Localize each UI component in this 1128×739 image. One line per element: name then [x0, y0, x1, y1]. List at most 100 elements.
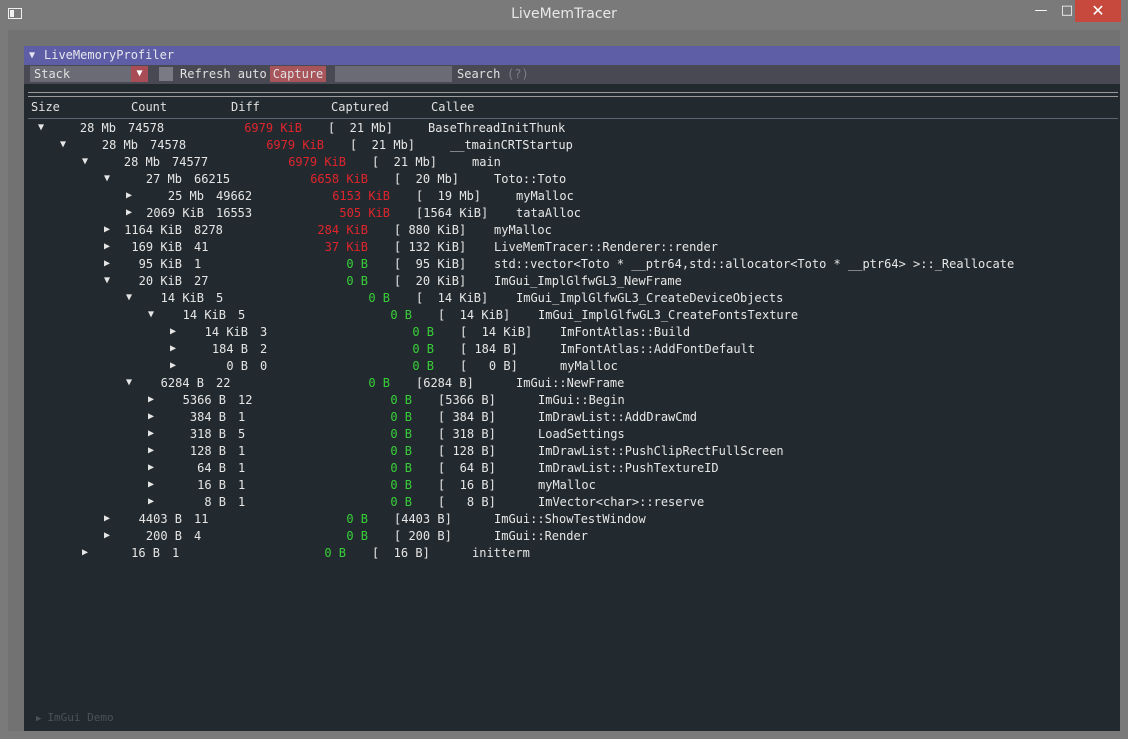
close-button[interactable]: ✕ [1075, 0, 1121, 22]
triangle-right-icon[interactable]: ▶ [148, 445, 154, 456]
triangle-down-icon[interactable]: ▼ [148, 309, 154, 320]
row-count: 74578 [150, 138, 187, 152]
tree-row[interactable]: ▶ 95 KiB 1 0 B [ 95 KiB] std::vector<Toto * _… [24, 257, 1120, 274]
triangle-down-icon[interactable]: ▼ [104, 275, 110, 286]
refresh-auto-checkbox[interactable] [159, 67, 173, 81]
row-size: 16 B [197, 478, 226, 492]
tree-row[interactable]: ▶ 200 B 4 0 B [ 200 B] ImGui::Render [24, 529, 1120, 546]
row-count: 2 [260, 342, 268, 356]
row-captured: [ 128 B] [438, 444, 496, 458]
tree-row[interactable]: ▼ 6284 B 22 0 B [6284 B] ImGui::NewFrame [24, 376, 1120, 393]
row-count: 1 [238, 495, 246, 509]
triangle-down-icon[interactable]: ▼ [104, 173, 110, 184]
triangle-down-icon[interactable]: ▼ [60, 139, 66, 150]
minimize-button[interactable]: — [1028, 0, 1054, 22]
tree-row[interactable]: ▼ 20 KiB 27 0 B [ 20 KiB] ImGui_ImplGlfwGL3_N… [24, 274, 1120, 291]
tree-row[interactable]: ▶ 8 B 1 0 B [ 8 B] ImVector<char>::reserve [24, 495, 1120, 512]
triangle-right-icon[interactable]: ▶ [170, 326, 176, 337]
row-callee: ImGui::NewFrame [516, 376, 625, 390]
row-captured: [1564 KiB] [416, 206, 489, 220]
tree-row[interactable]: ▶ 1164 KiB 8278 284 KiB [ 880 KiB] myMalloc [24, 223, 1120, 240]
triangle-right-icon[interactable]: ▶ [126, 207, 132, 218]
tree-row[interactable]: ▶ 0 B 0 0 B [ 0 B] myMalloc [24, 359, 1120, 376]
triangle-right-icon[interactable]: ▶ [104, 530, 110, 541]
tree-row[interactable]: ▼ 14 KiB 5 0 B [ 14 KiB] ImGui_ImplGlfwGL3_Cr… [24, 291, 1120, 308]
row-captured: [ 318 B] [438, 427, 496, 441]
row-diff: 6979 KiB [288, 155, 346, 169]
triangle-down-icon[interactable]: ▼ [29, 46, 35, 65]
row-callee: ImFontAtlas::Build [560, 325, 691, 339]
tree-row[interactable]: ▼ 14 KiB 5 0 B [ 14 KiB] ImGui_ImplGlfwGL3_Cr… [24, 308, 1120, 325]
row-diff: 0 B [346, 274, 368, 288]
row-count: 5 [216, 291, 224, 305]
imgui-demo-header[interactable]: ▶ ImGui Demo [36, 711, 114, 724]
separator [28, 92, 1118, 93]
tree-row[interactable]: ▶ 169 KiB 41 37 KiB [ 132 KiB] LiveMemTracer:… [24, 240, 1120, 257]
stack-select[interactable]: Stack ▼ [30, 66, 148, 82]
tree-row[interactable]: ▶ 64 B 1 0 B [ 64 B] ImDrawList::PushTextureI… [24, 461, 1120, 478]
row-callee: Toto::Toto [494, 172, 567, 186]
search-help-marker[interactable]: (?) [507, 66, 529, 83]
tree-row[interactable]: ▶ 14 KiB 3 0 B [ 14 KiB] ImFontAtlas::Build [24, 325, 1120, 342]
row-count: 22 [216, 376, 231, 390]
row-size: 5366 B [182, 393, 226, 407]
row-callee: myMalloc [538, 478, 596, 492]
capture-button[interactable]: Capture [270, 66, 326, 82]
row-count: 27 [194, 274, 209, 288]
triangle-right-icon[interactable]: ▶ [148, 462, 154, 473]
row-captured: [5366 B] [438, 393, 496, 407]
tree-row[interactable]: ▶ 25 Mb 49662 6153 KiB [ 19 Mb] myMalloc [24, 189, 1120, 206]
dropdown-arrow-icon[interactable]: ▼ [131, 66, 148, 82]
column-header-size: Size [31, 100, 60, 114]
tree-row[interactable]: ▶ 16 B 1 0 B [ 16 B] myMalloc [24, 478, 1120, 495]
row-diff: 0 B [390, 478, 412, 492]
row-callee: std::vector<Toto * __ptr64,std::allocato… [494, 257, 1015, 271]
tree-row[interactable]: ▶ 16 B 1 0 B [ 16 B] initterm [24, 546, 1120, 563]
tree-row[interactable]: ▼ 28 Mb 74577 6979 KiB [ 21 Mb] main [24, 155, 1120, 172]
triangle-right-icon[interactable]: ▶ [148, 496, 154, 507]
triangle-right-icon[interactable]: ▶ [104, 224, 110, 235]
tree-row[interactable]: ▶ 318 B 5 0 B [ 318 B] LoadSettings [24, 427, 1120, 444]
row-diff: 0 B [368, 291, 390, 305]
tree-row[interactable]: ▶ 184 B 2 0 B [ 184 B] ImFontAtlas::AddFontDe… [24, 342, 1120, 359]
row-count: 74578 [128, 121, 165, 135]
triangle-right-icon[interactable]: ▶ [148, 428, 154, 439]
tree-row[interactable]: ▶ 128 B 1 0 B [ 128 B] ImDrawList::PushClipRe… [24, 444, 1120, 461]
triangle-right-icon[interactable]: ▶ [104, 258, 110, 269]
row-count: 0 [260, 359, 268, 373]
triangle-down-icon[interactable]: ▼ [126, 292, 132, 303]
row-diff: 0 B [390, 410, 412, 424]
triangle-down-icon[interactable]: ▼ [126, 377, 132, 388]
tree-row[interactable]: ▶ 384 B 1 0 B [ 384 B] ImDrawList::AddDrawCmd [24, 410, 1120, 427]
app-window: LiveMemTracer — □ ✕ ▼ LiveMemoryProfiler… [0, 0, 1128, 739]
panel-header[interactable]: ▼ LiveMemoryProfiler [24, 46, 1120, 65]
tree-row[interactable]: ▼ 28 Mb 74578 6979 KiB [ 21 Mb] BaseThreadIni… [24, 121, 1120, 138]
tree-row[interactable]: ▼ 28 Mb 74578 6979 KiB [ 21 Mb] __tmainCRTSta… [24, 138, 1120, 155]
toolbar: Stack ▼ Refresh auto Capture Search (?) [24, 65, 1120, 84]
triangle-right-icon[interactable]: ▶ [148, 411, 154, 422]
row-size: 27 Mb [145, 172, 182, 186]
tree-row[interactable]: ▶ 2069 KiB 16553 505 KiB [1564 KiB] tataAlloc [24, 206, 1120, 223]
triangle-right-icon[interactable]: ▶ [104, 513, 110, 524]
triangle-down-icon[interactable]: ▼ [82, 156, 88, 167]
column-header-callee: Callee [431, 100, 475, 114]
tree-row[interactable]: ▶ 5366 B 12 0 B [5366 B] ImGui::Begin [24, 393, 1120, 410]
search-input[interactable] [335, 66, 452, 82]
triangle-right-icon[interactable]: ▶ [148, 479, 154, 490]
maximize-icon: □ [1060, 3, 1074, 18]
triangle-right-icon[interactable]: ▶ [170, 360, 176, 371]
triangle-right-icon[interactable]: ▶ [148, 394, 154, 405]
triangle-right-icon[interactable]: ▶ [126, 190, 132, 201]
triangle-right-icon[interactable]: ▶ [104, 241, 110, 252]
triangle-down-icon[interactable]: ▼ [38, 122, 44, 133]
triangle-right-icon[interactable]: ▶ [170, 343, 176, 354]
row-captured: [ 14 KiB] [438, 308, 511, 322]
tree-row[interactable]: ▶ 4403 B 11 0 B [4403 B] ImGui::ShowTestWindo… [24, 512, 1120, 529]
triangle-right-icon[interactable]: ▶ [82, 547, 88, 558]
tree-row[interactable]: ▼ 27 Mb 66215 6658 KiB [ 20 Mb] Toto::Toto [24, 172, 1120, 189]
row-size: 28 Mb [123, 155, 160, 169]
row-diff: 0 B [412, 325, 434, 339]
title-bar[interactable]: LiveMemTracer — □ ✕ [0, 0, 1128, 30]
row-callee: ImGui::Begin [538, 393, 625, 407]
row-callee: ImDrawList::PushTextureID [538, 461, 719, 475]
